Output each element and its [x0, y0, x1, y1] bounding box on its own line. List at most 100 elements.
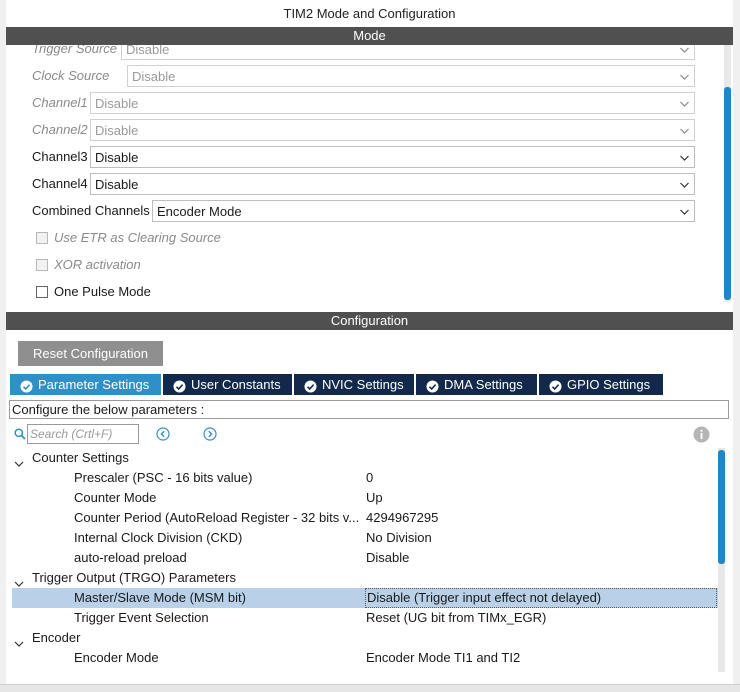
mode-label: Trigger Source [32, 45, 118, 56]
mode-row-channel1: Channel1 Disable [6, 92, 733, 114]
param-value[interactable]: 4294967295 [366, 508, 438, 528]
tab-label: GPIO Settings [567, 377, 651, 392]
tab-gpio-settings[interactable]: GPIO Settings [539, 374, 664, 395]
combined-channels-select[interactable]: Encoder Mode [152, 200, 695, 222]
bottom-edge [0, 684, 740, 692]
mode-scrollbar-thumb[interactable] [724, 87, 731, 300]
tab-user-constants[interactable]: User Constants [163, 374, 293, 395]
table-row[interactable]: auto-reload preload Disable [12, 548, 718, 568]
tab-label: User Constants [191, 377, 281, 392]
select-value: Disable [95, 123, 139, 138]
parameter-tree: Counter Settings Prescaler (PSC - 16 bit… [12, 448, 718, 672]
parameters-description: Configure the below parameters : [9, 400, 729, 419]
check-circle-icon [173, 378, 186, 393]
param-value[interactable]: Reset (UG bit from TIMx_EGR) [366, 608, 546, 628]
mode-label: Channel1 [32, 95, 88, 110]
tree-group-counter-settings[interactable]: Counter Settings [12, 448, 718, 468]
mode-label: Channel3 [32, 149, 88, 164]
channel4-select[interactable]: Disable [90, 173, 695, 195]
mode-row-channel4: Channel4 Disable [6, 173, 733, 195]
one-pulse-mode-checkbox[interactable] [36, 286, 48, 298]
table-row[interactable]: Encoder Mode Encoder Mode TI1 and TI2 [12, 648, 718, 668]
select-value: Disable [126, 45, 170, 57]
app-window: TIM2 Mode and Configuration Mode Trigger… [0, 0, 740, 692]
select-value: Disable [95, 96, 139, 111]
mode-label: Clock Source [32, 68, 110, 83]
chevron-down-icon [680, 181, 689, 189]
tree-group-encoder[interactable]: Encoder [12, 628, 718, 648]
mode-row-trigger-source: Trigger Source Disable [6, 45, 733, 60]
param-name: Counter Period (AutoReload Register - 32… [74, 510, 360, 525]
check-circle-icon [20, 378, 33, 393]
tab-label: NVIC Settings [322, 377, 404, 392]
chevron-down-icon [680, 73, 689, 81]
use-etr-checkbox[interactable] [36, 232, 48, 244]
select-value: Disable [95, 177, 139, 192]
table-row-selected[interactable]: Master/Slave Mode (MSM bit) Disable (Tri… [12, 588, 718, 608]
param-value[interactable]: Encoder Mode TI1 and TI2 [366, 648, 520, 668]
mode-label: Combined Channels [32, 203, 150, 218]
xor-activation-checkbox[interactable] [36, 259, 48, 271]
check-circle-icon [426, 378, 439, 393]
mode-row-combined-channels: Combined Channels Encoder Mode [6, 200, 733, 222]
tree-group-trigger-output[interactable]: Trigger Output (TRGO) Parameters [12, 568, 718, 588]
channel1-select[interactable]: Disable [90, 92, 695, 114]
param-value[interactable]: Disable (Trigger input effect not delaye… [365, 588, 717, 608]
table-row[interactable]: Trigger Event Selection Reset (UG bit fr… [12, 608, 718, 628]
group-label: Encoder [32, 630, 81, 645]
parameter-tree-scrollbar-thumb[interactable] [718, 450, 725, 564]
chevron-down-icon [680, 100, 689, 108]
tab-dma-settings[interactable]: DMA Settings [416, 374, 538, 395]
group-label: Trigger Output (TRGO) Parameters [32, 570, 236, 585]
tab-label: DMA Settings [444, 377, 523, 392]
param-name: Counter Mode [74, 490, 157, 505]
param-name: auto-reload preload [74, 550, 187, 565]
mode-label: Channel4 [32, 176, 88, 191]
table-row[interactable]: Counter Mode Up [12, 488, 718, 508]
search-previous-icon[interactable] [156, 427, 170, 441]
param-value[interactable]: Up [366, 488, 383, 508]
chevron-down-icon [680, 208, 689, 216]
param-name: Encoder Mode [74, 650, 159, 665]
param-value[interactable]: No Division [366, 528, 432, 548]
search-icon [14, 428, 26, 440]
tab-nvic-settings[interactable]: NVIC Settings [294, 374, 415, 395]
param-name: Prescaler (PSC - 16 bits value) [74, 470, 253, 485]
checkbox-label: Use ETR as Clearing Source [54, 230, 221, 245]
checkbox-label: XOR activation [54, 257, 141, 272]
param-name: Master/Slave Mode (MSM bit) [74, 590, 246, 605]
param-name: Trigger Event Selection [74, 610, 209, 625]
channel2-select[interactable]: Disable [90, 119, 695, 141]
chevron-down-icon[interactable] [14, 634, 24, 647]
table-row[interactable]: Internal Clock Division (CKD) No Divisio… [12, 528, 718, 548]
tab-label: Parameter Settings [38, 377, 150, 392]
chevron-down-icon[interactable] [14, 574, 24, 587]
param-value[interactable]: Disable [366, 548, 409, 568]
reset-configuration-button[interactable]: Reset Configuration [18, 341, 163, 366]
tab-parameter-settings[interactable]: Parameter Settings [10, 374, 162, 395]
check-circle-icon [304, 378, 317, 393]
chevron-down-icon [680, 154, 689, 162]
table-row[interactable]: Prescaler (PSC - 16 bits value) 0 [12, 468, 718, 488]
mode-section-header: Mode [6, 27, 733, 45]
chevron-down-icon [680, 127, 689, 135]
trigger-source-select[interactable]: Disable [121, 45, 695, 60]
search-input[interactable] [27, 424, 139, 444]
check-circle-icon [549, 378, 562, 393]
mode-scrollbar[interactable] [724, 45, 731, 302]
info-icon[interactable] [693, 426, 710, 443]
mode-row-channel2: Channel2 Disable [6, 119, 733, 141]
config-tabs: Parameter Settings User Constants NVIC S… [10, 374, 730, 395]
chevron-down-icon[interactable] [14, 454, 24, 467]
chevron-down-icon [680, 46, 689, 54]
clock-source-select[interactable]: Disable [127, 65, 695, 87]
table-row[interactable]: Counter Period (AutoReload Register - 32… [12, 508, 718, 528]
search-next-icon[interactable] [203, 427, 217, 441]
channel3-select[interactable]: Disable [90, 146, 695, 168]
param-value[interactable]: 0 [366, 468, 373, 488]
parameter-tree-scrollbar[interactable] [718, 448, 725, 672]
configuration-section-header: Configuration [6, 312, 733, 330]
window-title: TIM2 Mode and Configuration [6, 0, 733, 27]
select-value: Encoder Mode [157, 204, 242, 219]
mode-label: Channel2 [32, 122, 88, 137]
